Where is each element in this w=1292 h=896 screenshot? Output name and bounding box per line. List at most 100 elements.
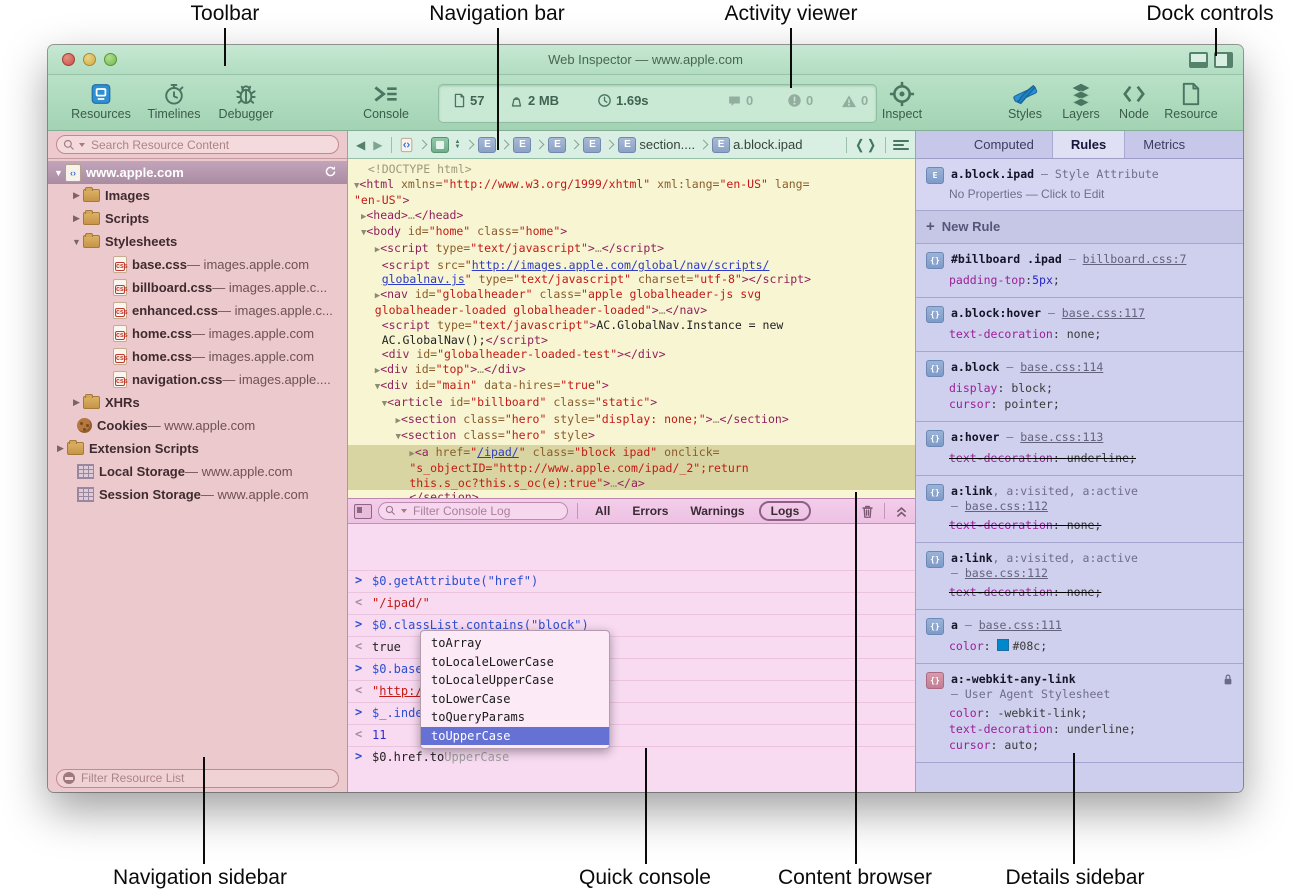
css-property[interactable]: display: block; [949, 380, 1233, 396]
title-bar[interactable]: Web Inspector — www.apple.com [48, 45, 1243, 75]
chevrons-up-icon[interactable] [894, 504, 909, 518]
dom-tree-line[interactable]: ▼<div id="main" data-hires="true"> [348, 378, 915, 395]
breadcrumb-item[interactable]: E [513, 137, 531, 153]
dom-tree-line[interactable]: <script src="http://images.apple.com/glo… [348, 258, 915, 273]
close-button[interactable] [62, 53, 75, 66]
css-property[interactable]: cursor: auto; [949, 737, 1233, 753]
dom-tree-line[interactable]: ▶<a href="/ipad/" class="block ipad" onc… [348, 445, 915, 462]
dom-tree-line[interactable]: <!DOCTYPE html> [348, 162, 915, 177]
tab-metrics[interactable]: Metrics [1124, 131, 1203, 158]
breadcrumb-item[interactable]: E [478, 137, 496, 153]
css-property[interactable]: text-decoration: underline; [949, 721, 1233, 737]
autocomplete-item[interactable]: toUpperCase [421, 727, 609, 746]
tree-item-stylesheets[interactable]: ▼Stylesheets [48, 230, 347, 253]
tree-item-billboard-css[interactable]: cssbillboard.css — images.apple.c... [48, 276, 347, 299]
dom-tree-line[interactable]: ▼<html xmlns="http://www.w3.org/1999/xht… [348, 177, 915, 194]
tree-item-scripts[interactable]: ▶Scripts [48, 207, 347, 230]
element-stepper[interactable]: ▲▼ [454, 140, 460, 150]
autocomplete-item[interactable]: toQueryParams [421, 708, 609, 727]
filter-input[interactable] [79, 770, 332, 786]
dom-tree-line[interactable]: ▶<head>…</head> [348, 208, 915, 225]
toolbar-button-console[interactable]: Console [354, 80, 418, 121]
disclosure-triangle-icon[interactable]: ▼ [70, 237, 83, 247]
console-scope-logs[interactable]: Logs [759, 501, 812, 521]
css-property[interactable]: text-decoration: none; [949, 517, 1233, 533]
doc-code-icon[interactable] [399, 137, 414, 153]
breadcrumb-item[interactable]: Ea.block.ipad [712, 137, 802, 153]
back-button[interactable]: ◀ [354, 138, 367, 152]
breadcrumb-item[interactable]: Esection.... [618, 137, 695, 153]
dom-tree-line[interactable]: ▶<div id="top">…</div> [348, 362, 915, 379]
toolbar-button-resource[interactable]: Resource [1160, 80, 1222, 121]
dom-tree-line[interactable]: ▼<article id="billboard" class="static"> [348, 395, 915, 412]
stylesheet-source-link[interactable]: base.css:114 [1020, 360, 1103, 374]
dom-tree-line[interactable]: globalheader-loaded globalheader-loaded"… [348, 303, 915, 318]
search-input[interactable] [89, 137, 332, 153]
breadcrumb-item[interactable]: E [548, 137, 566, 153]
stylesheet-source-link[interactable]: base.css:117 [1062, 306, 1145, 320]
tree-item-base-css[interactable]: cssbase.css — images.apple.com [48, 253, 347, 276]
console-scope-errors[interactable]: Errors [624, 503, 676, 519]
autocomplete-item[interactable]: toLocaleUpperCase [421, 671, 609, 690]
root-element-icon[interactable] [431, 137, 449, 153]
autocomplete-item[interactable]: toArray [421, 634, 609, 653]
stylesheet-source-link[interactable]: base.css:113 [1020, 430, 1103, 444]
css-property[interactable]: padding-top:5px; [949, 272, 1233, 288]
tab-computed[interactable]: Computed [956, 131, 1052, 158]
zoom-button[interactable] [104, 53, 117, 66]
dom-tree-line[interactable]: "s_objectID="http://www.apple.com/ipad/_… [348, 461, 915, 476]
autocomplete-item[interactable]: toLowerCase [421, 690, 609, 709]
disclosure-triangle-icon[interactable]: ▶ [54, 443, 67, 454]
toolbar-button-node[interactable]: Node [1108, 80, 1160, 121]
tree-item-cookies[interactable]: Cookies — www.apple.com [48, 414, 347, 437]
dom-tree-line[interactable]: <script type="text/javascript">AC.Global… [348, 318, 915, 333]
stylesheet-source-link[interactable]: base.css:112 [965, 499, 1048, 513]
css-property[interactable]: text-decoration: none; [949, 326, 1233, 342]
tree-item-home-css[interactable]: csshome.css — images.apple.com [48, 345, 347, 368]
css-property[interactable]: cursor: pointer; [949, 396, 1233, 412]
tree-item-navigation-css[interactable]: cssnavigation.css — images.apple.... [48, 368, 347, 391]
source-code-toggle-icon[interactable]: ❬❭ [854, 137, 878, 153]
filter-field[interactable] [56, 769, 339, 788]
dom-tree-line[interactable]: globalnav.js" type="text/javascript" cha… [348, 272, 915, 287]
toolbar-button-styles[interactable]: Styles [998, 80, 1052, 121]
tree-item-enhanced-css[interactable]: cssenhanced.css — images.apple.c... [48, 299, 347, 322]
dom-tree-line[interactable]: ▶<script type="text/javascript">…</scrip… [348, 241, 915, 258]
dom-tree-line[interactable]: AC.GlobalNav();</script> [348, 333, 915, 348]
console-filter-field[interactable] [378, 502, 568, 520]
toolbar-button-debugger[interactable]: Debugger [214, 80, 278, 121]
dom-tree-line[interactable]: ▼<body id="home" class="home"> [348, 224, 915, 241]
forward-button[interactable]: ▶ [371, 138, 384, 152]
css-property[interactable]: text-decoration: none; [949, 584, 1233, 600]
dom-tree-line[interactable]: ▶<section class="hero" style="display: n… [348, 412, 915, 429]
console-panel-icon[interactable] [354, 504, 372, 519]
search-field[interactable] [56, 135, 339, 154]
stylesheet-source-link[interactable]: billboard.css:7 [1083, 252, 1187, 266]
tree-item-www-apple-com[interactable]: ▼‹›www.apple.com [48, 161, 347, 184]
tree-item-local-storage[interactable]: Local Storage — www.apple.com [48, 460, 347, 483]
tab-rules[interactable]: Rules [1052, 131, 1124, 158]
minimize-button[interactable] [83, 53, 96, 66]
dom-tree-line[interactable]: this.s_oc?this.s_oc(e):true">…</a> [348, 476, 915, 491]
tree-item-xhrs[interactable]: ▶XHRs [48, 391, 347, 414]
reload-icon[interactable] [324, 165, 337, 178]
toolbar-button-inspect[interactable]: Inspect [870, 80, 934, 121]
toolbar-button-layers[interactable]: Layers [1054, 80, 1108, 121]
console-scope-all[interactable]: All [587, 503, 618, 519]
stylesheet-source-link[interactable]: base.css:112 [965, 566, 1048, 580]
filter-scope-caret-icon[interactable] [401, 509, 407, 513]
css-property[interactable]: text-decoration: underline; [949, 450, 1233, 466]
css-property[interactable]: color: -webkit-link; [949, 705, 1233, 721]
new-rule-button[interactable]: +New Rule [916, 211, 1243, 244]
stylesheet-source-link[interactable]: base.css:111 [979, 618, 1062, 632]
tree-item-session-storage[interactable]: Session Storage — www.apple.com [48, 483, 347, 506]
no-properties-note[interactable]: No Properties — Click to Edit [949, 187, 1233, 201]
dom-tree-line[interactable]: ▼<section class="hero" style> [348, 428, 915, 445]
console-filter-input[interactable] [411, 503, 570, 519]
disclosure-triangle-icon[interactable]: ▶ [70, 190, 83, 201]
tree-item-images[interactable]: ▶Images [48, 184, 347, 207]
trash-icon[interactable] [860, 503, 875, 519]
breadcrumb-item[interactable]: E [583, 137, 601, 153]
dom-tree-line[interactable]: <div id="globalheader-loaded-test"></div… [348, 347, 915, 362]
disclosure-triangle-icon[interactable]: ▶ [70, 397, 83, 408]
